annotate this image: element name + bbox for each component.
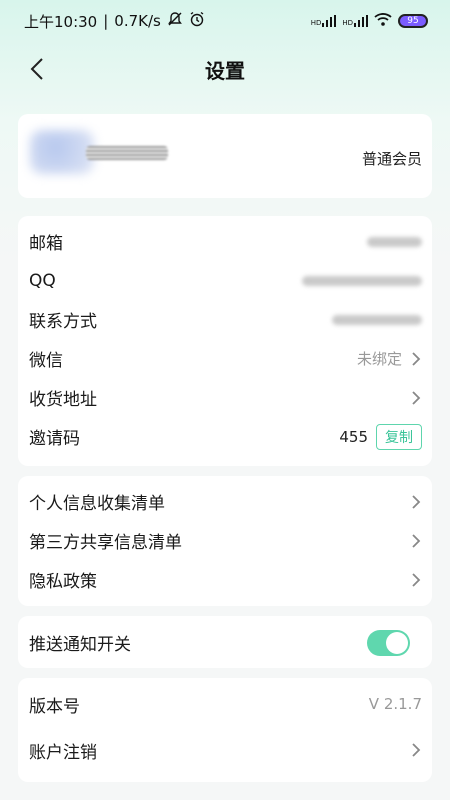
status-separator: | — [103, 12, 109, 30]
muted-bell-icon — [167, 11, 183, 31]
signal2-label: HD — [342, 19, 353, 27]
third-party-label: 第三方共享信息清单 — [29, 533, 182, 553]
push-label: 推送通知开关 — [29, 635, 131, 655]
third-party-row[interactable]: 第三方共享信息清单 — [18, 521, 432, 560]
wechat-value: 未绑定 — [356, 350, 402, 368]
cancel-account-label: 账户注销 — [29, 742, 97, 763]
chevron-right-icon — [412, 351, 421, 366]
invite-label: 邀请码 — [29, 429, 80, 449]
profile-name-blurred — [86, 146, 168, 160]
email-row[interactable]: 邮箱 — [18, 222, 432, 261]
email-value-blurred — [367, 236, 422, 247]
qq-value-blurred — [302, 275, 422, 286]
battery-icon: 95 — [398, 14, 428, 28]
status-network-speed: 0.7K/s — [114, 12, 161, 30]
version-label: 版本号 — [29, 696, 80, 717]
membership-label: 普通会员 — [361, 150, 422, 168]
signal-icon: HD — [311, 15, 337, 27]
qq-row[interactable]: QQ — [18, 261, 432, 300]
copy-button[interactable]: 复制 — [376, 423, 422, 450]
address-right — [410, 390, 422, 406]
chevron-right-icon — [412, 494, 421, 509]
qq-label: QQ — [29, 270, 56, 291]
address-row[interactable]: 收货地址 — [18, 378, 432, 417]
account-card: 邮箱 QQ 联系方式 微信 未绑定 收货地址 邀请码 455 复制 — [18, 216, 432, 466]
contact-label: 联系方式 — [29, 312, 97, 332]
alarm-clock-icon — [189, 11, 205, 31]
notification-card: 推送通知开关 — [18, 616, 432, 668]
status-right: HD HD 95 — [311, 12, 428, 30]
cancel-account-row[interactable]: 账户注销 — [18, 724, 432, 776]
contact-value-blurred — [332, 314, 422, 325]
about-card: 版本号 V 2.1.7 账户注销 — [18, 678, 432, 782]
signal1-label: HD — [310, 19, 322, 27]
status-left: 上午10:30 | 0.7K/s — [24, 11, 205, 32]
status-bar: 上午10:30 | 0.7K/s HD HD 95 — [0, 0, 450, 42]
version-row: 版本号 V 2.1.7 — [18, 684, 432, 724]
wechat-row[interactable]: 微信 未绑定 — [18, 339, 432, 378]
avatar — [30, 130, 94, 174]
personal-info-row[interactable]: 个人信息收集清单 — [18, 482, 432, 521]
chevron-left-icon — [30, 58, 43, 80]
profile-card[interactable]: 普通会员 — [18, 114, 432, 198]
status-time: 上午10:30 — [24, 12, 98, 31]
toggle-knob — [386, 631, 408, 654]
invite-right: 455 复制 — [339, 423, 422, 450]
privacy-policy-label: 隐私政策 — [29, 572, 97, 592]
wechat-right: 未绑定 — [357, 348, 422, 369]
wechat-label: 微信 — [29, 351, 63, 371]
contact-row[interactable]: 联系方式 — [18, 300, 432, 339]
invite-code: 455 — [339, 427, 368, 446]
invite-row: 邀请码 455 复制 — [18, 417, 432, 456]
push-row: 推送通知开关 — [18, 623, 432, 662]
privacy-policy-row[interactable]: 隐私政策 — [18, 560, 432, 599]
address-label: 收货地址 — [29, 390, 97, 410]
signal-icon-2: HD — [342, 15, 368, 27]
chevron-right-icon — [412, 572, 421, 587]
chevron-right-icon — [412, 390, 421, 405]
page-title: 设置 — [205, 58, 245, 83]
chevron-right-icon — [412, 743, 421, 757]
wifi-icon — [374, 12, 392, 30]
email-label: 邮箱 — [29, 234, 63, 254]
push-toggle[interactable] — [367, 629, 410, 656]
version-value: V 2.1.7 — [368, 695, 422, 713]
chevron-right-icon — [412, 533, 421, 548]
personal-info-label: 个人信息收集清单 — [29, 494, 165, 514]
back-button[interactable] — [22, 54, 52, 84]
privacy-card: 个人信息收集清单 第三方共享信息清单 隐私政策 — [18, 476, 432, 606]
nav-bar: 设置 — [0, 42, 450, 96]
